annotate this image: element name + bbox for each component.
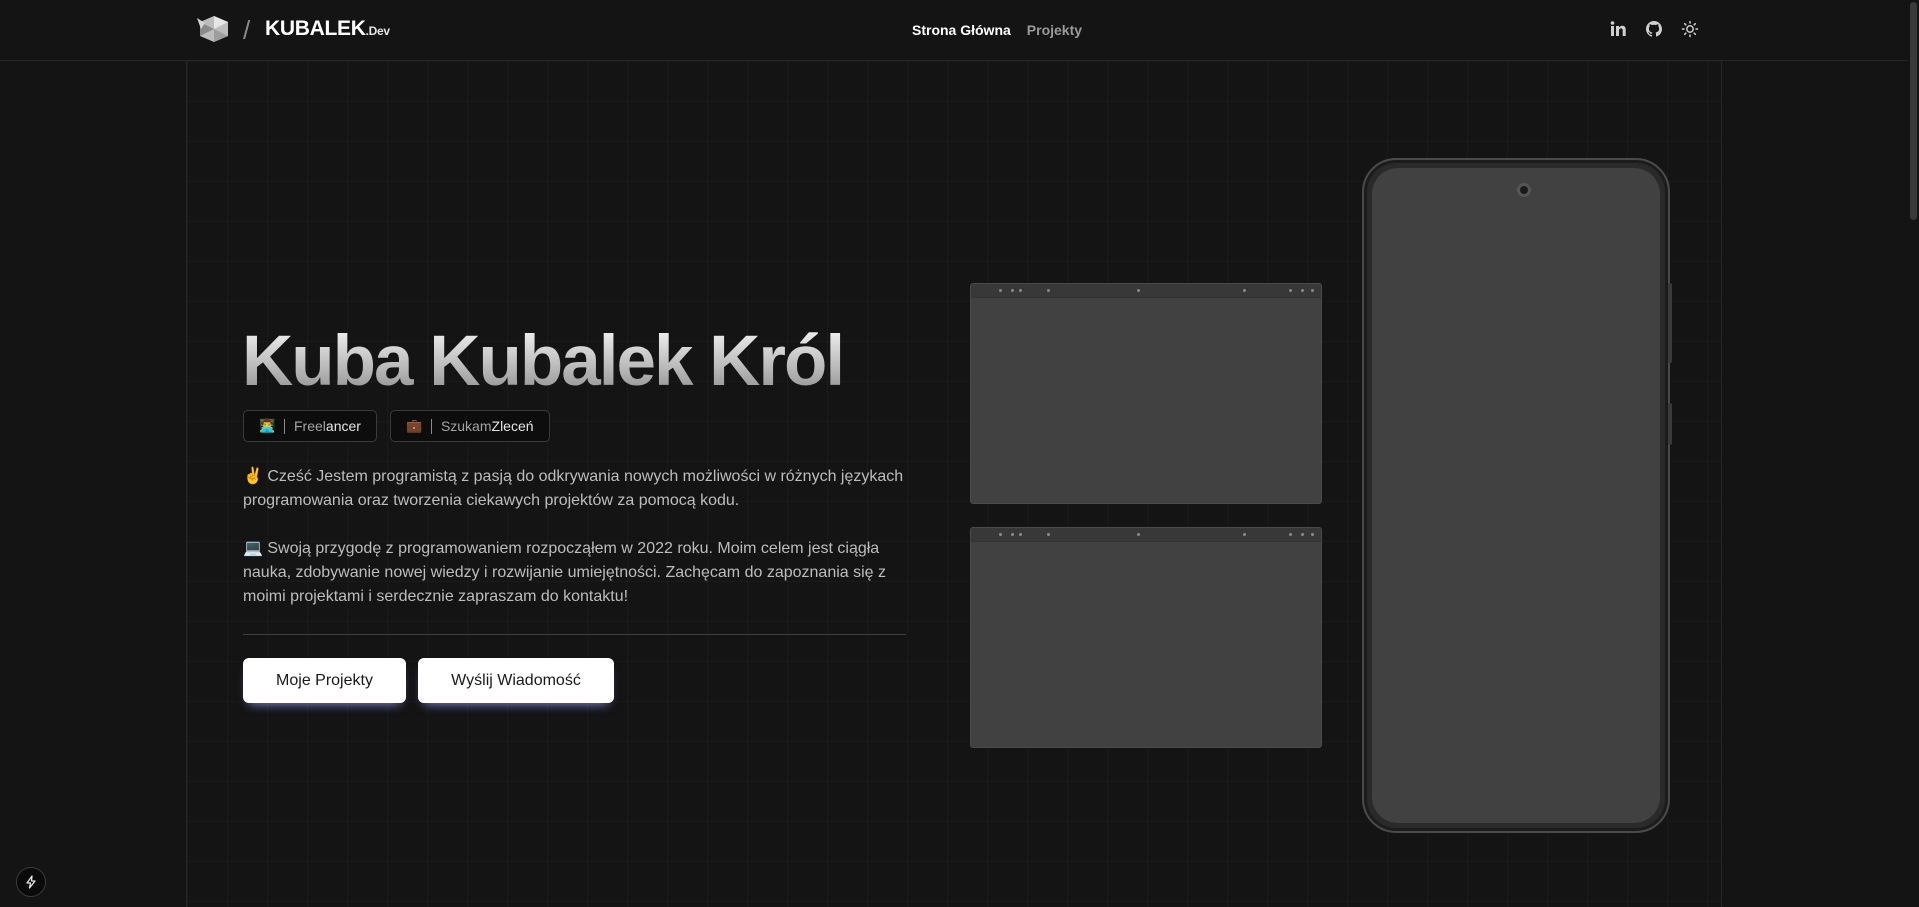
main-nav: Strona Główna Projekty [912,22,1082,38]
hero-title: Kuba Kubalek Król [242,322,845,401]
intro-paragraph: ✌️ Cześć Jestem programistą z pasją do o… [243,468,904,509]
brand-separator: / [243,15,251,45]
looking-for-orders-badge: 💼 Szukam Zleceń [389,410,550,442]
mock-browser-bar [971,528,1321,542]
project-preview-desktop-2[interactable] [970,527,1322,748]
frame-line-right [1721,0,1722,907]
badge-label-dim: Szukam [440,418,492,434]
phone-screen[interactable] [1372,168,1660,823]
brand-tld: .Dev [365,24,390,38]
freelancer-badge: 👨‍💻 Freel ancer [243,410,377,442]
phone-mockup [1362,158,1670,833]
badge-separator [284,418,285,434]
nav-item-home[interactable]: Strona Główna [912,22,1011,38]
my-projects-button[interactable]: Moje Projekty [243,658,406,703]
lightning-fab[interactable] [16,867,46,897]
logo-icon[interactable] [197,14,231,44]
project-preview-desktop-1[interactable] [970,283,1322,504]
journey-paragraph: 💻 Swoją przygodę z programowaniem rozpoc… [243,540,887,605]
header-icon-group [1609,20,1699,38]
sun-icon[interactable] [1681,20,1699,38]
briefcase-emoji-icon: 💼 [405,418,423,433]
nav-item-projects[interactable]: Projekty [1027,22,1082,38]
technologist-emoji-icon: 👨‍💻 [259,418,276,433]
badge-row: 👨‍💻 Freel ancer 💼 Szukam Zleceń [243,410,550,442]
mock-browser-bar [971,284,1321,298]
badge-separator [430,418,432,434]
divider [243,634,906,635]
phone-power-button [1668,403,1672,445]
linkedin-icon[interactable] [1609,20,1627,38]
lightning-icon [26,875,36,889]
phone-volume-button [1668,283,1672,363]
phone-camera-icon [1517,183,1531,197]
badge-label-dim: Freel [294,418,326,434]
scrollbar-thumb[interactable] [1910,2,1917,220]
frame-line-left [186,0,187,907]
github-icon[interactable] [1645,20,1663,38]
badge-label-strong: Zleceń [491,418,534,434]
send-message-button[interactable]: Wyślij Wiadomość [418,658,614,703]
badge-label-strong: ancer [325,418,361,434]
page: / KUBALEK.Dev Strona Główna Projekty Kub… [0,0,1919,907]
top-header: / KUBALEK.Dev Strona Główna Projekty [0,0,1919,61]
brand-link[interactable]: KUBALEK.Dev [265,17,390,41]
brand-name: KUBALEK [265,17,366,40]
